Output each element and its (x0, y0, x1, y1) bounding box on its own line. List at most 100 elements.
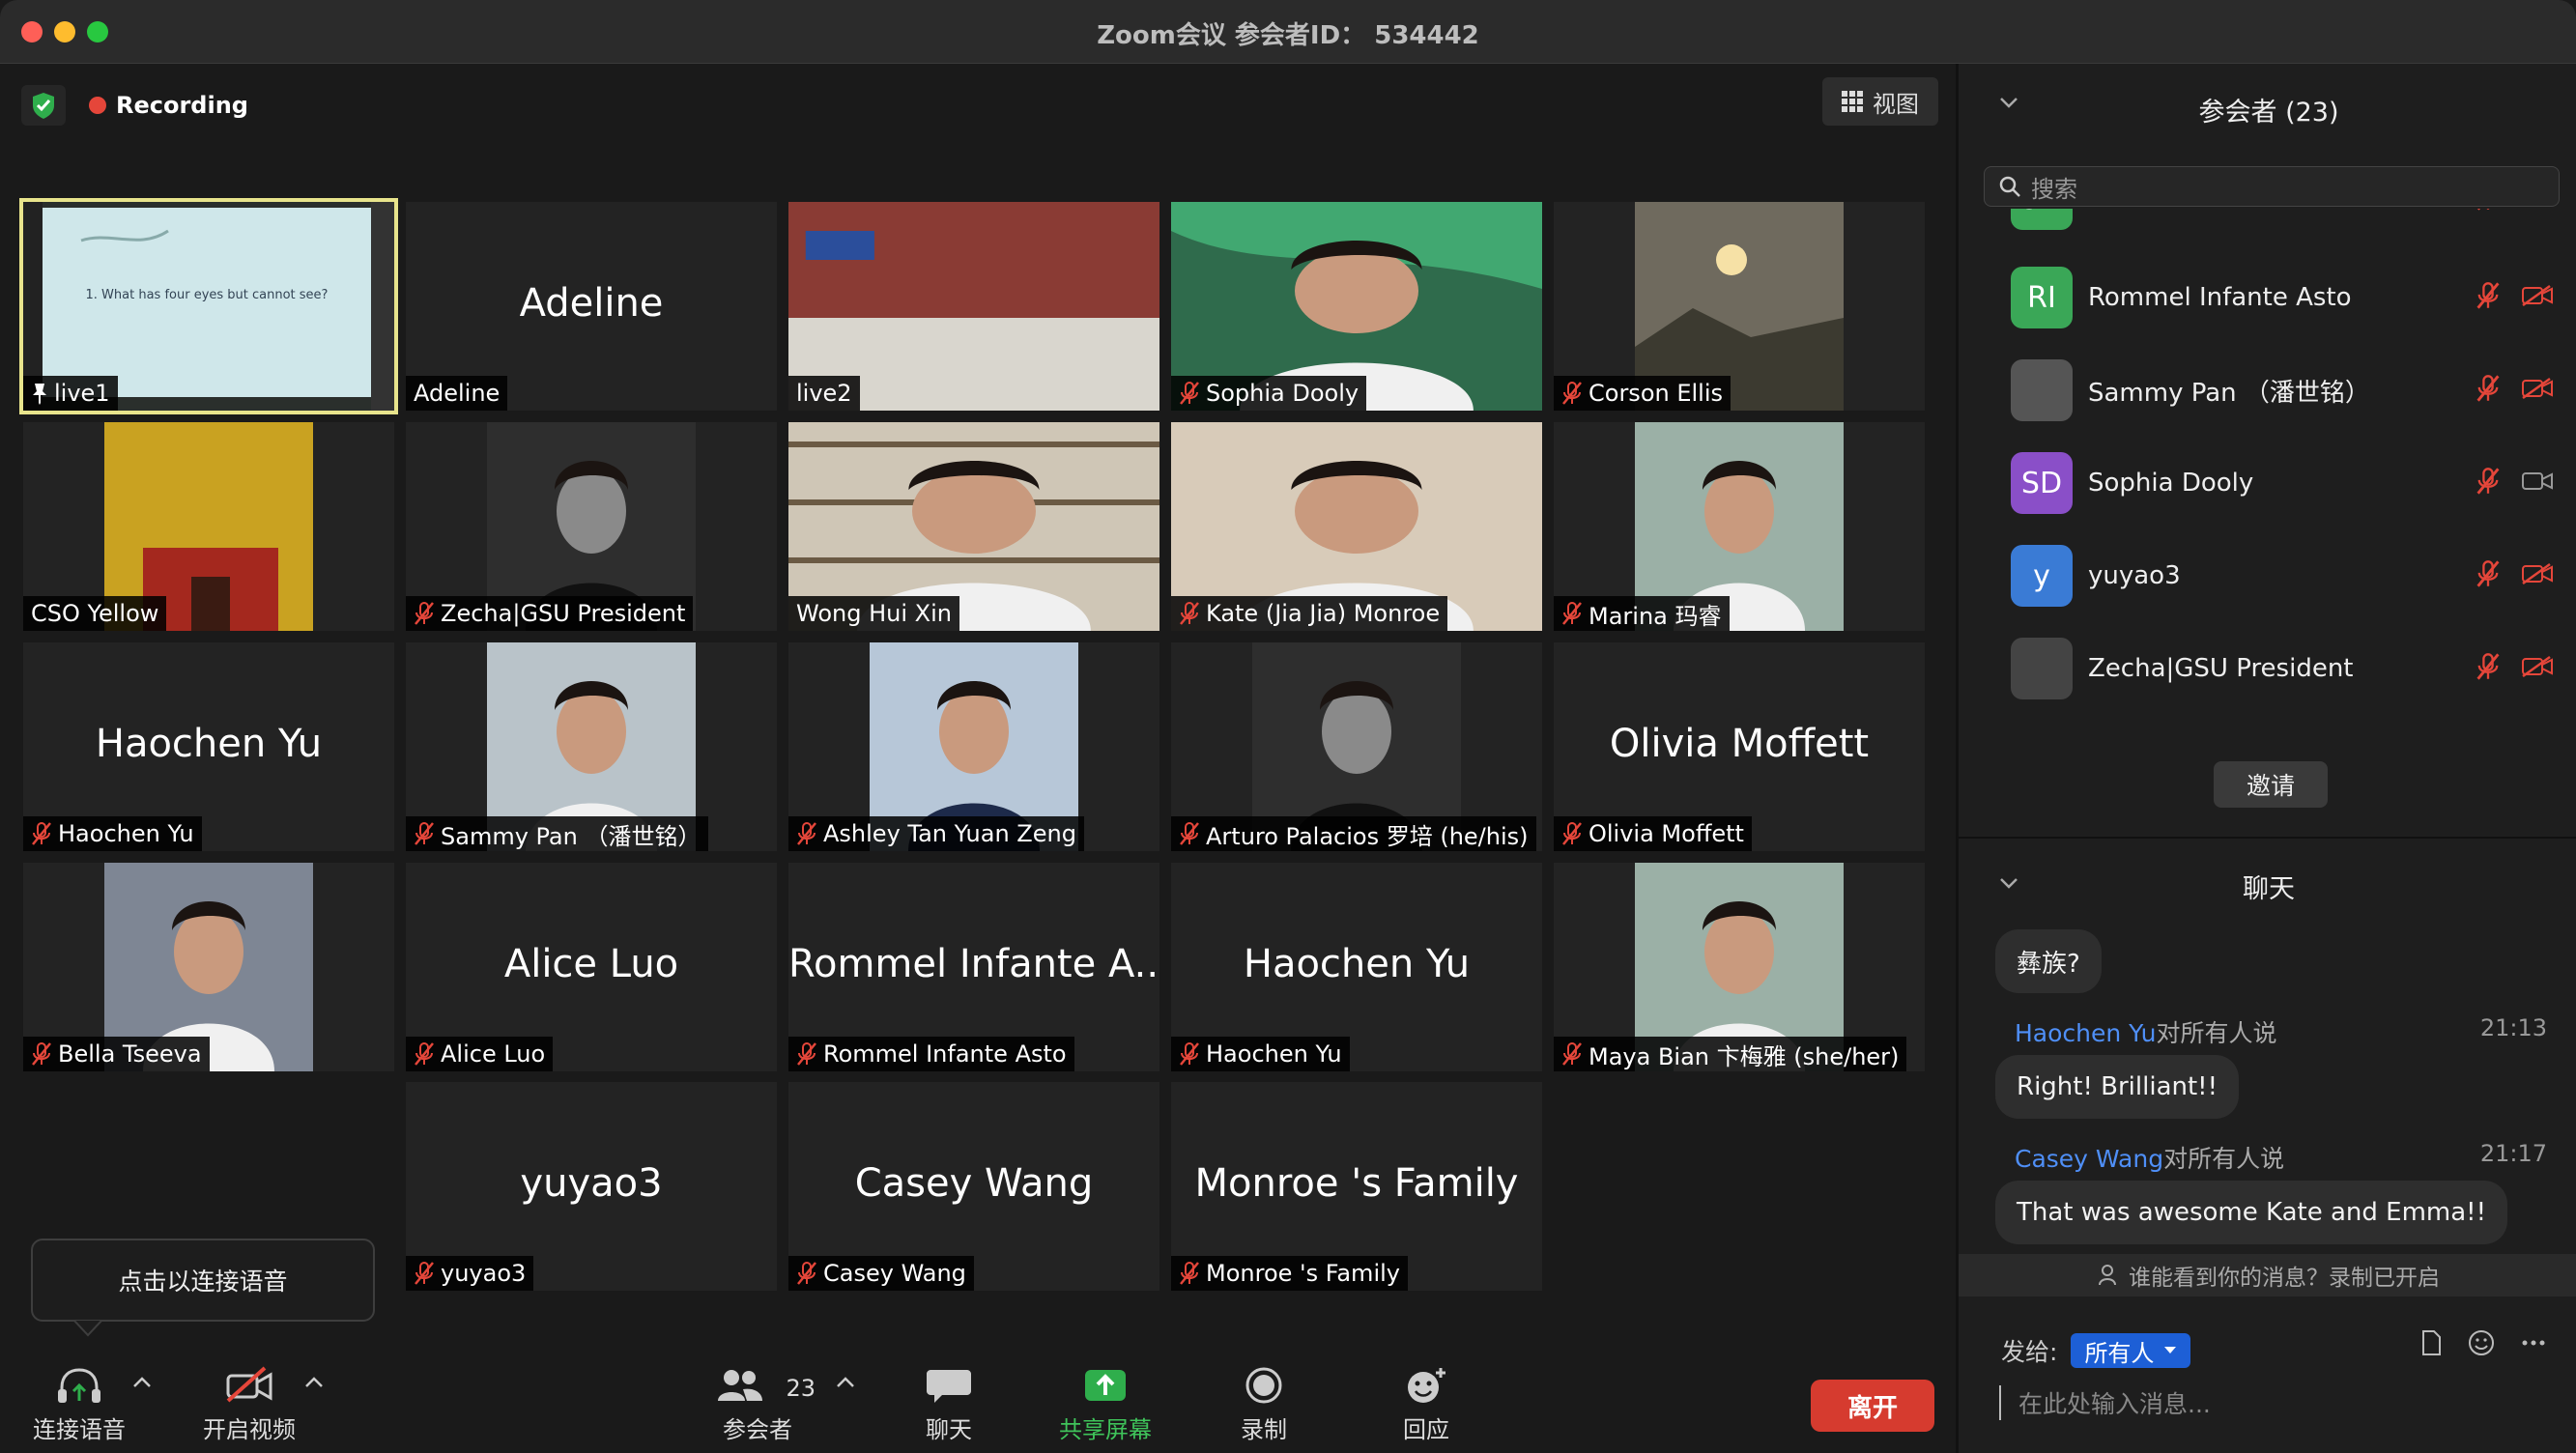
chat-message-bubble: That was awesome Kate and Emma!! (1995, 1181, 2508, 1244)
video-tile[interactable]: Monroe 's Family Monroe 's Family (1171, 1082, 1542, 1291)
message-visibility-notice[interactable]: 谁能看到你的消息？录制已开启 (1959, 1254, 2576, 1296)
tile-name-label: Arturo Palacios 罗培 (he/his) (1171, 816, 1536, 851)
more-options-icon[interactable] (2520, 1329, 2547, 1356)
recording-indicator[interactable]: Recording (79, 85, 255, 126)
mic-muted-icon (1562, 602, 1582, 625)
record-button[interactable]: 录制 (1206, 1366, 1322, 1444)
tile-name-text: Zecha|GSU President (441, 600, 686, 627)
recipient-dropdown[interactable]: 所有人 (2071, 1333, 2191, 1368)
tile-name-label: Olivia Moffett (1554, 816, 1752, 851)
video-tile[interactable]: CSO Yellow (23, 422, 394, 631)
participants-options-chevron-icon[interactable] (835, 1376, 856, 1389)
video-tile[interactable]: Wong Hui Xin (788, 422, 1159, 631)
connect-audio-button[interactable]: 连接语音 (21, 1366, 137, 1444)
file-icon[interactable] (2419, 1329, 2443, 1356)
video-tile[interactable]: Olivia Moffett Olivia Moffett (1554, 642, 1925, 851)
video-tile[interactable]: yuyao3 yuyao3 (406, 1082, 777, 1291)
participants-panel-title: 参会者 (23) (2198, 98, 2339, 128)
participant-row[interactable]: Zecha|GSU President (1959, 622, 2576, 715)
chat-message-input[interactable]: 在此处输入消息... (1999, 1385, 2211, 1420)
participant-row[interactable]: Sammy Pan （潘世铭） (1959, 344, 2576, 437)
security-shield-icon[interactable] (21, 85, 66, 126)
participant-name: Rommel Infante Asto (2088, 283, 2352, 312)
video-tile[interactable]: Corson Ellis (1554, 202, 1925, 411)
video-tile[interactable]: Bella Tseeva (23, 863, 394, 1071)
participant-row[interactable]: OM Olivia Moffett (1959, 209, 2576, 245)
tile-name-text: Rommel Infante Asto (823, 1040, 1067, 1068)
participant-mic-status[interactable] (2475, 652, 2502, 685)
participant-camera-status[interactable] (2521, 377, 2554, 404)
participant-mic-status[interactable] (2475, 467, 2502, 499)
participant-camera-status[interactable] (2521, 562, 2554, 589)
chat-sender[interactable]: Haochen Yu (2015, 1019, 2156, 1047)
video-tile[interactable]: Arturo Palacios 罗培 (he/his) (1171, 642, 1542, 851)
mic-muted-icon (797, 1262, 816, 1285)
mic-muted-icon (1180, 382, 1199, 405)
participant-camera-status[interactable] (2521, 655, 2554, 682)
tile-name-label: live1 (23, 376, 118, 411)
tile-name-label: Monroe 's Family (1171, 1256, 1408, 1291)
video-tile[interactable]: Adeline Adeline (406, 202, 777, 411)
tile-display-name: Alice Luo (503, 942, 679, 986)
chat-sender[interactable]: Casey Wang (2015, 1145, 2163, 1173)
video-tile[interactable]: Zecha|GSU President (406, 422, 777, 631)
participant-camera-status[interactable] (2521, 284, 2554, 311)
participant-name: Olivia Moffett (2088, 209, 2256, 214)
connect-audio-tooltip[interactable]: 点击以连接语音 (31, 1239, 375, 1322)
tile-name-text: Sammy Pan （潘世铭） (441, 822, 701, 850)
video-tile[interactable]: Maya Bian 卞梅雅 (she/her) (1554, 863, 1925, 1071)
participant-mic-status[interactable] (2475, 374, 2502, 407)
video-tile[interactable]: Alice Luo Alice Luo (406, 863, 777, 1071)
emoji-icon[interactable] (2468, 1329, 2495, 1356)
camera-off-icon[interactable] (2521, 655, 2554, 678)
video-tile[interactable]: Marina 玛睿 (1554, 422, 1925, 631)
view-label: 视图 (1873, 90, 1919, 118)
avatar-initials: RI (2027, 280, 2056, 315)
video-tile[interactable]: Rommel Infante A... Rommel Infante Asto (788, 863, 1159, 1071)
tile-name-text: Kate (Jia Jia) Monroe (1206, 600, 1441, 627)
chat-button[interactable]: 聊天 (891, 1366, 1007, 1444)
share-screen-button[interactable]: 共享屏幕 (1047, 1366, 1163, 1444)
participant-mic-status[interactable] (2475, 559, 2502, 592)
mic-muted-icon (1562, 822, 1582, 845)
camera-off-icon[interactable] (2521, 284, 2554, 307)
camera-off-icon[interactable] (2521, 562, 2554, 585)
tile-name-label: Marina 玛睿 (1554, 596, 1730, 631)
video-tile[interactable]: live2 (788, 202, 1159, 411)
tile-name-label: CSO Yellow (23, 596, 167, 631)
camera-on-icon[interactable] (2521, 470, 2554, 493)
chat-recipient: 对所有人说 (2156, 1019, 2277, 1047)
reactions-button[interactable]: 回应 (1368, 1366, 1484, 1444)
audio-options-chevron-icon[interactable] (131, 1376, 153, 1389)
video-tile[interactable]: Haochen Yu Haochen Yu (23, 642, 394, 851)
camera-off-icon[interactable] (2521, 377, 2554, 400)
participant-row[interactable]: y yuyao3 (1959, 529, 2576, 622)
video-tile[interactable]: Sophia Dooly (1171, 202, 1542, 411)
participant-camera-status[interactable] (2521, 470, 2554, 497)
tile-name-text: live2 (796, 380, 852, 407)
invite-button[interactable]: 邀请 (2214, 761, 2328, 808)
mic-muted-icon (2476, 560, 2500, 587)
participant-row[interactable]: RI Rommel Infante Asto (1959, 251, 2576, 344)
video-tile[interactable]: Haochen Yu Haochen Yu (1171, 863, 1542, 1071)
start-video-button[interactable]: 开启视频 (191, 1366, 307, 1444)
video-options-chevron-icon[interactable] (303, 1376, 325, 1389)
chat-label: 聊天 (926, 1416, 972, 1443)
tile-name-text: yuyao3 (441, 1260, 527, 1287)
leave-button[interactable]: 离开 (1811, 1380, 1934, 1432)
video-tile[interactable]: Sammy Pan （潘世铭） (406, 642, 777, 851)
participant-mic-status[interactable] (2475, 209, 2502, 215)
participant-camera-status[interactable] (2521, 209, 2554, 213)
tile-name-label: Sammy Pan （潘世铭） (406, 816, 709, 851)
participant-mic-status[interactable] (2475, 281, 2502, 314)
video-tile[interactable]: Casey Wang Casey Wang (788, 1082, 1159, 1291)
video-tile[interactable]: Ashley Tan Yuan Zeng (788, 642, 1159, 851)
view-button[interactable]: 视图 (1822, 77, 1938, 126)
participant-search-input[interactable]: 搜索 (1984, 166, 2560, 207)
tile-display-name: yuyao3 (520, 1161, 663, 1206)
video-tile[interactable]: Kate (Jia Jia) Monroe (1171, 422, 1542, 631)
participant-row[interactable]: SD Sophia Dooly (1959, 437, 2576, 529)
recording-dot-icon (89, 97, 106, 114)
video-tile[interactable]: 1. What has four eyes but cannot see? liv… (19, 198, 398, 414)
participants-button[interactable]: 23 参会者 (700, 1366, 816, 1444)
